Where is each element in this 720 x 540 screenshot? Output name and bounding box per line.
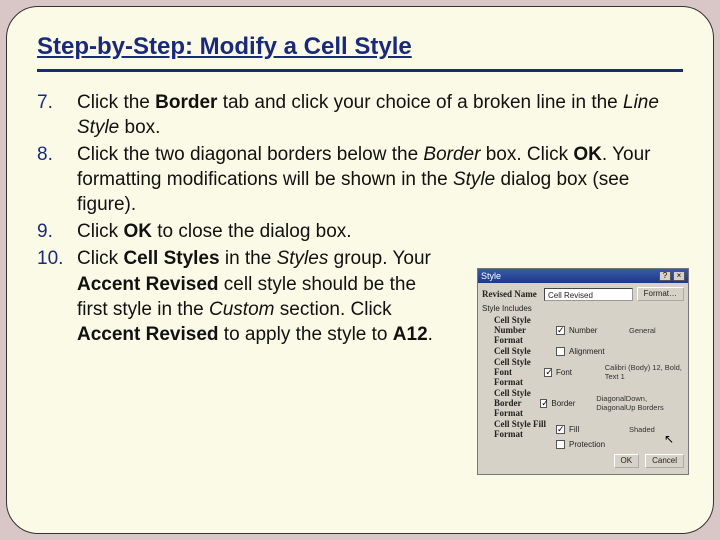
- step-number: 9.: [37, 219, 77, 244]
- checkbox-border[interactable]: [540, 399, 547, 408]
- dialog-button-row: OK Cancel: [482, 454, 684, 468]
- style-name-input[interactable]: Cell Revised: [544, 288, 633, 301]
- opt-val: DiagonalDown, DiagonalUp Borders: [596, 394, 684, 412]
- step-text: Click Cell Styles in the Styles group. Y…: [77, 246, 437, 346]
- t: to close the dialog box.: [152, 221, 352, 242]
- italic: Styles: [277, 248, 329, 269]
- annot: Cell Style: [494, 346, 552, 356]
- annot: Cell Style Number Format: [494, 315, 552, 345]
- t: box. Click: [480, 144, 573, 165]
- bold: Cell Styles: [123, 248, 219, 269]
- opt-label: Alignment: [569, 347, 625, 356]
- opt-label: Font: [556, 368, 601, 377]
- bold: Border: [155, 92, 217, 113]
- step-number: 10.: [37, 246, 77, 346]
- style-name-label: Revised Name: [482, 289, 540, 299]
- row-fill: Cell Style Fill Format Fill Shaded: [494, 419, 684, 439]
- checkbox-fill[interactable]: [556, 425, 565, 434]
- opt-label: Protection: [569, 440, 625, 449]
- cancel-button[interactable]: Cancel: [645, 454, 684, 468]
- annot: Cell Style Fill Format: [494, 419, 552, 439]
- title-wrap: Step-by-Step: Modify a Cell Style: [37, 33, 683, 72]
- step-text: Click the two diagonal borders below the…: [77, 142, 683, 217]
- t: to apply the style to: [219, 324, 393, 345]
- dialog-body: Revised Name Cell Revised Format… Style …: [478, 283, 688, 474]
- checkbox-number[interactable]: [556, 326, 565, 335]
- annot: Cell Style Border Format: [494, 388, 536, 418]
- annot: Cell Style Font Format: [494, 357, 540, 387]
- step-9: 9. Click OK to close the dialog box.: [37, 219, 683, 244]
- italic: Custom: [209, 299, 274, 320]
- checkbox-alignment[interactable]: [556, 347, 565, 356]
- step-text: Click OK to close the dialog box.: [77, 219, 457, 244]
- checkbox-font[interactable]: [544, 368, 552, 377]
- help-button[interactable]: ?: [659, 271, 671, 281]
- format-button[interactable]: Format…: [637, 287, 684, 301]
- step-8: 8. Click the two diagonal borders below …: [37, 142, 683, 217]
- style-includes-label: Style Includes: [482, 304, 684, 313]
- opt-val: Shaded: [629, 425, 655, 434]
- bold: A12: [393, 324, 428, 345]
- opt-val: Calibri (Body) 12, Bold, Text 1: [605, 363, 684, 381]
- bold: Accent Revised: [77, 324, 219, 345]
- row-font: Cell Style Font Format Font Calibri (Bod…: [494, 357, 684, 387]
- cursor-icon: ↖: [664, 432, 674, 446]
- step-text: Click the Border tab and click your choi…: [77, 90, 683, 140]
- italic: Style: [453, 169, 495, 190]
- t: in the: [220, 248, 277, 269]
- opt-val: General: [629, 326, 656, 335]
- dialog-title: Style: [481, 271, 501, 281]
- style-name-row: Revised Name Cell Revised Format…: [482, 287, 684, 301]
- bold: OK: [573, 144, 602, 165]
- checkbox-protection[interactable]: [556, 440, 565, 449]
- list-area: 7. Click the Border tab and click your c…: [37, 90, 683, 347]
- italic: Border: [423, 144, 480, 165]
- opt-label: Number: [569, 326, 625, 335]
- step-7: 7. Click the Border tab and click your c…: [37, 90, 683, 140]
- slide-frame: Step-by-Step: Modify a Cell Style 7. Cli…: [6, 6, 714, 534]
- t: box.: [119, 117, 160, 138]
- row-number: Cell Style Number Format Number General: [494, 315, 684, 345]
- t: Click: [77, 221, 123, 242]
- row-protection: Protection: [494, 440, 684, 449]
- t: .: [428, 324, 433, 345]
- row-border: Cell Style Border Format Border Diagonal…: [494, 388, 684, 418]
- step-number: 7.: [37, 90, 77, 140]
- t: tab and click your choice of a broken li…: [217, 92, 623, 113]
- style-dialog-figure: Style ? × Revised Name Cell Revised Form…: [477, 268, 689, 475]
- step-number: 8.: [37, 142, 77, 217]
- t: Click: [77, 248, 123, 269]
- t: Click the two diagonal borders below the: [77, 144, 423, 165]
- slide-title: Step-by-Step: Modify a Cell Style: [37, 33, 683, 69]
- t: group. Your: [328, 248, 430, 269]
- row-alignment: Cell Style Alignment: [494, 346, 684, 356]
- dialog-titlebar: Style ? ×: [478, 269, 688, 283]
- t: Click the: [77, 92, 155, 113]
- bold: Accent Revised: [77, 274, 219, 295]
- slide-content: Step-by-Step: Modify a Cell Style 7. Cli…: [37, 33, 683, 513]
- bold: OK: [123, 221, 152, 242]
- close-button[interactable]: ×: [673, 271, 685, 281]
- ok-button[interactable]: OK: [614, 454, 640, 468]
- t: section. Click: [274, 299, 391, 320]
- opt-label: Fill: [569, 425, 625, 434]
- opt-label: Border: [551, 399, 592, 408]
